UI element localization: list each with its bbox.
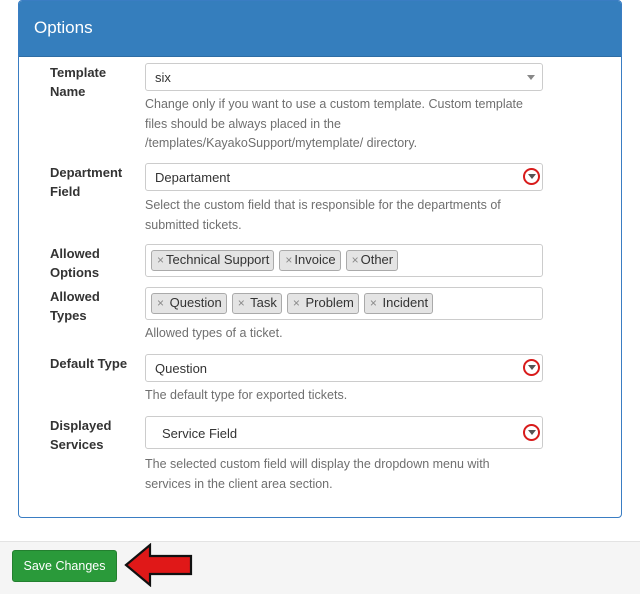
tag-problem: × Problem	[286, 293, 359, 314]
remove-tag-icon[interactable]: ×	[352, 253, 359, 267]
options-panel: Options Template Name six Change only if…	[18, 0, 622, 518]
displayed-services-value: Service Field	[162, 426, 238, 441]
default-type-help: The default type for exported tickets.	[145, 388, 348, 402]
tag-task: × Task	[231, 293, 282, 314]
remove-tag-icon[interactable]: ×	[157, 253, 164, 267]
allowed-types-input[interactable]: × Question × Task × Problem × Incident	[145, 287, 543, 320]
allowed-options-label: Allowed Options	[50, 246, 100, 280]
template-name-value: six	[155, 70, 171, 85]
displayed-services-label: Displayed Services	[50, 418, 112, 452]
form-footer: Save Changes	[0, 541, 640, 594]
template-name-select[interactable]: six	[145, 63, 543, 91]
remove-tag-icon[interactable]: ×	[293, 296, 300, 310]
default-type-value: Question	[155, 361, 208, 376]
dropdown-arrow-icon[interactable]	[523, 424, 540, 441]
save-changes-button[interactable]: Save Changes	[12, 550, 117, 582]
tag-incident: × Incident	[363, 293, 434, 314]
department-field-value: Departament	[155, 170, 231, 185]
tag-question: × Question	[151, 293, 227, 314]
displayed-services-select[interactable]: Service Field	[145, 416, 543, 449]
default-type-select[interactable]: Question	[145, 354, 543, 382]
allowed-types-label: Allowed Types	[50, 289, 100, 323]
dropdown-arrow-icon[interactable]	[523, 359, 540, 376]
default-type-label: Default Type	[50, 356, 128, 371]
department-field-help: Select the custom field that is responsi…	[145, 198, 501, 232]
tag-invoice: × Invoice	[279, 250, 341, 271]
department-field-select[interactable]: Departament	[145, 163, 543, 191]
remove-tag-icon[interactable]: ×	[370, 296, 377, 310]
department-field-label: Department Field	[50, 165, 123, 199]
displayed-services-help: The selected custom field will display t…	[145, 457, 490, 491]
tag-other: × Other	[345, 250, 399, 271]
allowed-options-input[interactable]: × Technical Support × Invoice × Other	[145, 244, 543, 277]
pointing-arrow-icon	[124, 543, 193, 587]
chevron-down-icon	[527, 75, 535, 80]
remove-tag-icon[interactable]: ×	[285, 253, 292, 267]
tag-technical-support: × Technical Support	[151, 250, 275, 271]
template-name-label: Template Name	[50, 65, 107, 99]
allowed-types-help: Allowed types of a ticket.	[145, 326, 283, 340]
remove-tag-icon[interactable]: ×	[238, 296, 245, 310]
dropdown-arrow-icon[interactable]	[523, 168, 540, 185]
template-name-help: Change only if you want to use a custom …	[145, 97, 523, 150]
remove-tag-icon[interactable]: ×	[157, 296, 164, 310]
panel-title: Options	[19, 1, 621, 57]
